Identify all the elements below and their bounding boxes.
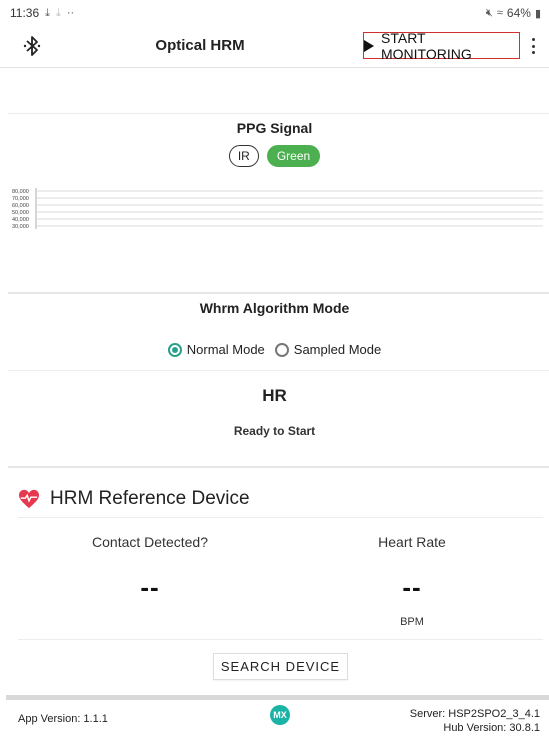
- radio-sampled-label: Sampled Mode: [293, 342, 382, 357]
- bottom-separator: [6, 695, 549, 700]
- contact-detected-label: Contact Detected?: [92, 534, 208, 550]
- divider: [18, 639, 543, 640]
- radio-unselected-icon: [274, 342, 289, 357]
- divider: [8, 370, 549, 371]
- start-monitoring-label: START MONITORING: [381, 29, 472, 62]
- signal-toggle-group: IR Green: [0, 145, 549, 167]
- download-icon: ⤓: [45, 6, 51, 19]
- chart-y-tick-label: 50,000: [12, 210, 29, 216]
- more-dots-icon: ··: [66, 7, 75, 19]
- reference-header: HRM Reference Device: [18, 488, 250, 510]
- server-version: Server: HSP2SPO2_3_4.1: [409, 708, 540, 720]
- heart-rate-icon: [19, 489, 39, 509]
- section-divider: [8, 466, 549, 468]
- ppg-title: PPG Signal: [236, 120, 313, 136]
- mode-radio-group: Normal Mode Sampled Mode: [0, 342, 549, 357]
- start-monitoring-button[interactable]: START MONITORING: [363, 29, 520, 62]
- divider: [18, 517, 543, 518]
- app-bar: Optical HRM START MONITORING: [0, 26, 549, 68]
- app-version: App Version: 1.1.1: [18, 713, 108, 725]
- section-divider: [8, 292, 549, 294]
- chip-ir[interactable]: IR: [228, 145, 259, 167]
- hr-title: HR: [262, 386, 287, 405]
- overflow-menu-icon[interactable]: [528, 36, 538, 56]
- heart-rate-unit: BPM: [400, 616, 424, 628]
- battery-percent: 64%: [506, 6, 531, 20]
- download-icon: ⤓: [56, 6, 61, 19]
- whrm-title: Whrm Algorithm Mode: [199, 300, 350, 316]
- battery-icon: ▮: [534, 7, 541, 20]
- chart-y-tick-label: 30,000: [12, 224, 29, 230]
- divider: [8, 113, 549, 114]
- status-left: 11:36 ⤓ ⤓ ··: [10, 6, 74, 20]
- maxim-logo-icon: MX: [270, 705, 290, 725]
- radio-selected-icon: [167, 342, 182, 357]
- radio-normal-mode[interactable]: Normal Mode: [167, 342, 265, 357]
- reference-title: HRM Reference Device: [50, 488, 250, 509]
- chart-y-tick-label: 70,000: [12, 196, 29, 202]
- server-info: Server: HSP2SPO2_3_4.1 Hub Version: 30.8…: [410, 707, 540, 735]
- mute-icon: 🔇︎: [485, 6, 493, 19]
- heart-rate-label: Heart Rate: [378, 534, 446, 550]
- radio-sampled-mode[interactable]: Sampled Mode: [274, 342, 382, 357]
- chart-y-tick-label: 60,000: [12, 203, 29, 209]
- chart-y-tick-label: 40,000: [12, 217, 29, 223]
- search-device-button[interactable]: SEARCH DEVICE: [213, 653, 348, 680]
- status-time: 11:36: [10, 6, 40, 20]
- ppg-chart: 80,00070,00060,00050,00040,00030,000: [12, 188, 543, 230]
- wifi-icon: ≈: [496, 7, 503, 19]
- app-title: Optical HRM: [155, 37, 245, 54]
- play-icon: [364, 39, 374, 52]
- status-right: 🔇︎ ≈ 64% ▮: [486, 6, 541, 20]
- heart-rate-value: --: [402, 572, 422, 602]
- chip-green[interactable]: Green: [266, 145, 321, 167]
- chart-y-tick-label: 80,000: [12, 189, 29, 195]
- hub-version: Hub Version: 30.8.1: [443, 722, 540, 734]
- hr-status: Ready to Start: [233, 424, 316, 438]
- radio-normal-label: Normal Mode: [186, 342, 265, 357]
- contact-detected-value: --: [140, 572, 160, 602]
- status-bar: 11:36 ⤓ ⤓ ·· 🔇︎ ≈ 64% ▮: [0, 0, 549, 26]
